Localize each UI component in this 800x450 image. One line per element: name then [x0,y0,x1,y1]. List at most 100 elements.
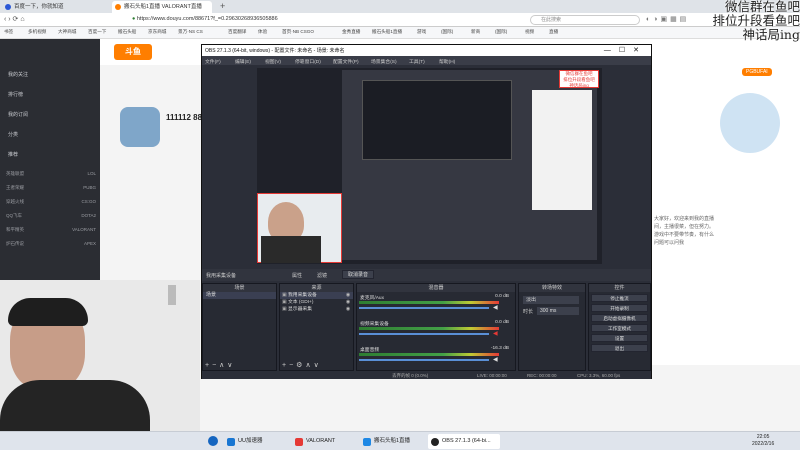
category-link[interactable]: VALORANT [72,227,96,233]
properties-button[interactable]: 属性 [292,272,302,279]
extension-icons[interactable]: ◐◑▣▦▤ [646,15,689,23]
obs-menu-item[interactable]: 停靠窗口(D) [295,58,321,65]
volume-slider[interactable] [359,307,489,309]
hair-shape [8,298,88,326]
control-button-6[interactable]: 退出 [591,344,648,352]
bookmark-item[interactable]: 景万·NS CS [178,29,203,35]
sidebar-item-category[interactable]: 分类 [8,131,18,138]
bookmark-item[interactable]: 百度一下 [88,29,106,35]
obs-menu-item[interactable]: 帮助(H) [439,58,455,65]
duration-input[interactable]: 300 ms [537,307,579,315]
source-item[interactable]: ▣ 显示器采集 ◉ [280,306,353,313]
bookmark-item[interactable]: 多机视频 [28,29,46,35]
category-row[interactable]: 炉石传说 APEX [6,241,96,247]
bookmark-item[interactable]: (国际) [495,29,507,35]
scene-item[interactable]: 场景 [203,292,276,299]
obs-menu-item[interactable]: 配置文件(P) [333,58,359,65]
category-link[interactable]: 和平精英 [6,227,24,233]
category-link[interactable]: DOTA2 [81,213,96,219]
source-item[interactable]: ▣ 我用采集设备 ◉ [280,292,353,299]
bookmark-item[interactable]: (国际) [441,29,453,35]
streamer-avatar[interactable] [120,107,160,147]
speaker-icon[interactable]: ◀ [493,304,498,311]
category-row[interactable]: QQ飞车 DOTA2 [6,213,96,219]
webcam-source[interactable] [257,193,342,263]
category-row[interactable]: 穿越火线 CS:GO [6,199,96,205]
obs-menu-item[interactable]: 工具(T) [409,58,425,65]
bookmark-item[interactable]: 京东商城 [148,29,166,35]
task-uu[interactable]: UU加速器 [224,434,284,449]
douyu-logo[interactable]: 斗鱼 [114,44,152,60]
obs-preview[interactable]: 微信群在鱼吧 排位升段看鱼吧 神话局ing [257,68,602,264]
control-button-4[interactable]: 工作室模式 [591,324,648,332]
category-link[interactable]: QQ飞车 [6,213,22,219]
category-link[interactable]: 英雄联盟 [6,171,24,177]
eye-icon[interactable]: ◉ [346,306,350,313]
bookmark-item[interactable]: 百度翻译 [228,29,246,35]
filters-button[interactable]: 滤镜 [317,272,327,279]
bookmark-item[interactable]: 视频 [525,29,534,35]
bookmark-item[interactable]: 直播 [549,29,558,35]
valorant-icon [295,438,303,446]
volume-slider[interactable] [359,333,489,335]
category-link[interactable]: PUBG [83,185,96,191]
clock[interactable]: 22:05 2022/2/16 [752,434,774,448]
bookmark-item[interactable]: 金秀直播 [342,29,360,35]
sidebar-item-recommend[interactable]: 推荐 [8,151,18,158]
bookmark-item[interactable]: 书签 [4,29,13,35]
search-box[interactable]: 在此搜索 [530,15,640,25]
bookmark-item[interactable]: 搬石头船 [118,29,136,35]
category-link[interactable]: CS:GO [81,199,96,205]
url-field[interactable]: ● https://www.douyu.com/88671?f_=0.29630… [132,16,532,25]
lock-icon: ● [132,16,136,22]
eye-icon[interactable]: ◉ [346,292,350,299]
control-button-2[interactable]: 开始录制 [591,304,648,312]
category-row[interactable]: 王者荣耀 PUBG [6,185,96,191]
category-link[interactable]: APEX [84,241,96,247]
eye-icon[interactable]: ◉ [346,299,350,306]
control-button-1[interactable]: 停止推流 [591,294,648,302]
category-row[interactable]: 英雄联盟 LOL [6,171,96,177]
bookmark-item[interactable]: 首页·NB CSGO [282,29,314,35]
pgbufai-badge: PGBUFAI [742,68,772,76]
obs-menu-item[interactable]: 文件(F) [205,58,221,65]
bookmark-item[interactable]: 游戏 [417,29,426,35]
source-item[interactable]: ▣ 文本 (GDI+) ◉ [280,299,353,306]
category-link[interactable]: 王者荣耀 [6,185,24,191]
sidebar-item-rank[interactable]: 排行榜 [8,91,23,98]
obs-menu-item[interactable]: 编辑(E) [235,58,251,65]
start-icon[interactable] [208,436,218,446]
task-browser[interactable]: 搬石头船1直播 [360,434,422,449]
mixer-title: 混音器 [357,284,515,292]
task-obs[interactable]: OBS 27.1.3 (64-bi... [428,434,500,449]
speaker-icon[interactable]: ◀ [493,356,498,363]
control-button-3[interactable]: 启动虚拟摄像机 [591,314,648,322]
bookmark-item[interactable]: 体验 [258,29,267,35]
browser-tab-douyu[interactable]: 搬石头船1直播 VALORANT直播 [112,1,212,13]
obs-menu-item[interactable]: 场景集合(S) [371,58,397,65]
category-link[interactable]: LOL [87,171,96,177]
deactivate-button[interactable]: 取消录音 [342,270,375,279]
browser-tab-baidu[interactable]: 百度一下，你就知道 [2,1,102,13]
transition-select[interactable]: 淡出 [523,296,579,304]
source-controls[interactable]: +−⚙∧∨ [282,361,322,369]
bookmark-item[interactable]: 大神商城 [58,29,76,35]
nav-buttons[interactable]: ‹ › ⟳ ⌂ [4,15,25,23]
bookmark-item[interactable]: 搬石头船1直播 [372,29,402,35]
volume-slider[interactable] [359,359,489,361]
window-controls[interactable]: —☐✕ [604,46,647,54]
new-tab-button[interactable]: + [220,1,225,11]
category-link[interactable]: 炉石传说 [6,241,24,247]
category-row[interactable]: 和平精英 VALORANT [6,227,96,233]
scene-controls[interactable]: +−∧∨ [205,361,235,369]
sidebar-item-subscribe[interactable]: 我的订阅 [8,111,28,118]
control-button-5[interactable]: 设置 [591,334,648,342]
category-link[interactable]: 穿越火线 [6,199,24,205]
bookmark-item[interactable]: 新商 [471,29,480,35]
controls-title: 控件 [589,284,650,292]
sidebar-item-follow[interactable]: 我的关注 [8,71,28,78]
task-valorant[interactable]: VALORANT [292,434,354,449]
obs-menu-item[interactable]: 视图(V) [265,58,281,65]
speaker-icon[interactable]: ◀ [493,330,498,337]
preview-overlay-text: 微信群在鱼吧 排位升段看鱼吧 神话局ing [559,70,599,88]
